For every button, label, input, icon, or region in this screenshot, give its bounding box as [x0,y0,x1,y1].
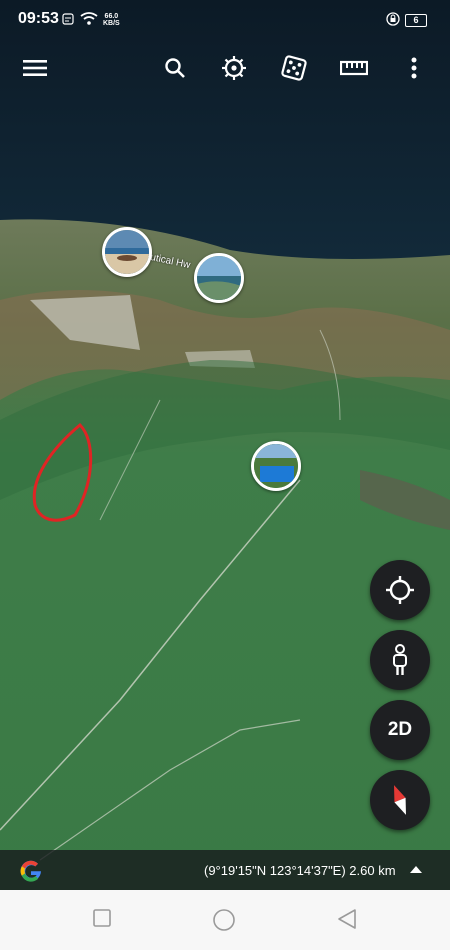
net-speed-unit: KB/S [103,20,120,27]
net-speed: 66.0 KB/S [103,13,120,27]
system-nav-bar [0,890,450,950]
expand-up-icon[interactable] [410,866,422,873]
photo-marker-beach[interactable] [102,227,152,277]
pegman-icon [393,644,407,675]
bottom-info-bar: (9°19'15"N 123°14'37"E) 2.60 km [0,850,450,890]
back-icon[interactable] [336,908,360,932]
status-bar: 09:53 66.0 KB/S 6 [0,0,450,36]
home-icon[interactable] [212,908,236,932]
coordinates-readout[interactable]: (9°19'15"N 123°14'37"E) 2.60 km [204,863,396,878]
lock-rotation-icon [386,12,400,30]
view-mode-button[interactable]: 2D [370,700,430,760]
menu-icon[interactable] [17,50,53,86]
photo-marker-coast[interactable] [194,253,244,303]
wifi-icon [80,12,98,29]
top-toolbar [0,40,450,96]
notification-icon [62,12,74,29]
feeling-lucky-dice-icon[interactable] [276,50,312,86]
street-view-button[interactable] [370,630,430,690]
google-logo-icon [20,860,41,882]
compass-icon [394,785,406,815]
recent-apps-icon[interactable] [92,908,116,932]
status-time: 09:53 [18,10,59,27]
voyager-icon[interactable] [216,50,252,86]
measure-ruler-icon[interactable] [336,50,372,86]
more-vert-icon[interactable] [396,50,432,86]
net-speed-value: 66.0 [104,13,119,20]
satellite-terrain [0,0,450,890]
compass-button[interactable] [370,770,430,830]
search-icon[interactable] [157,50,193,86]
my-location-button[interactable] [370,560,430,620]
crosshair-icon [386,576,414,604]
battery-icon: 6 [405,14,427,27]
map-view[interactable]: utical Hw [0,0,450,890]
photo-marker-pool[interactable] [251,441,301,491]
